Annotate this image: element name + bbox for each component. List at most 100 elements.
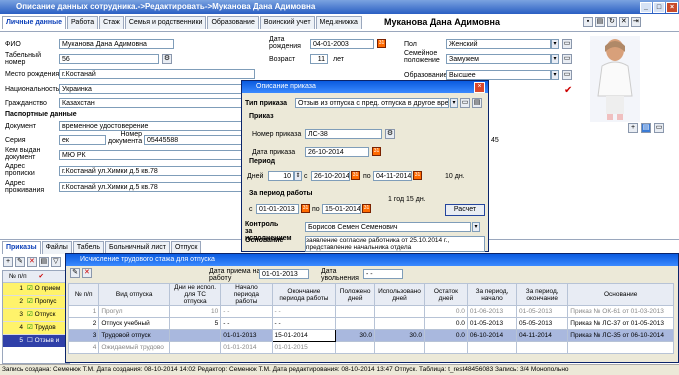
- docnum-field[interactable]: 05445588: [144, 135, 245, 145]
- control-field[interactable]: Борисов Семен Семенович: [305, 222, 471, 232]
- days-field[interactable]: 10: [268, 171, 294, 181]
- doc-field[interactable]: временное удостоверение: [59, 121, 245, 131]
- period-from-calendar-icon[interactable]: 31: [351, 171, 360, 180]
- basis-field[interactable]: заявление согласие работника от 25.10.20…: [305, 236, 485, 252]
- family-edit-icon[interactable]: ▭: [562, 54, 572, 64]
- list-item[interactable]: 2 ☑ Пропус: [3, 296, 69, 309]
- reg-address-field[interactable]: г.Костанай ул.Химки д.5 кв.78: [59, 166, 245, 176]
- main-tabs: Личные данные Работа Стаж Семья и родственн…: [2, 16, 363, 30]
- birthplace-field[interactable]: г.Костанай: [59, 69, 255, 79]
- period-from-field[interactable]: 26-10-2014: [311, 171, 350, 181]
- control-dropdown-icon[interactable]: ▾: [472, 222, 480, 232]
- print-icon[interactable]: ▤: [594, 17, 605, 27]
- fio-field[interactable]: Муканова Дана Адимовна: [59, 39, 174, 49]
- family-field[interactable]: Замужем: [446, 54, 551, 64]
- wp-to-calendar-icon[interactable]: 31: [362, 204, 371, 213]
- orderdate-calendar-icon[interactable]: 31: [372, 147, 381, 156]
- table-row[interactable]: 1 Прогул 10- -- -0.0 01-06-2013 01-05-2013 Пр…: [67, 305, 674, 318]
- list-item[interactable]: 4 ☑ Трудов: [3, 322, 69, 335]
- education-edit-icon[interactable]: ▭: [562, 70, 572, 80]
- minimize-button[interactable]: _: [640, 2, 652, 13]
- tabnum-lookup-icon[interactable]: ⚙: [162, 54, 172, 64]
- filter-icon[interactable]: ▽: [50, 257, 61, 267]
- order-type-list-icon[interactable]: ▤: [472, 98, 482, 108]
- education-field[interactable]: Высшее: [446, 70, 551, 80]
- gender-field[interactable]: Женский: [446, 39, 551, 49]
- order-dialog-title: Описание приказа: [256, 83, 316, 90]
- days-stepper-icon[interactable]: ⇕: [294, 171, 302, 181]
- tab-work[interactable]: Работа: [67, 16, 99, 29]
- gender-dropdown-icon[interactable]: ▾: [551, 39, 559, 49]
- tab-education[interactable]: Образование: [207, 16, 259, 29]
- tab-stazh[interactable]: Стаж: [99, 16, 124, 29]
- save-icon[interactable]: ▪: [583, 17, 593, 27]
- table-row[interactable]: 3 Трудовой отпуск 01-01-2013 15-01-2014 30.0…: [67, 329, 674, 342]
- live-address-field[interactable]: г.Костанай ул.Химки д.5 кв.78: [59, 182, 245, 192]
- order-dialog-close-button[interactable]: ×: [474, 82, 485, 93]
- stazh-dialog-title-bar: Исчисление трудового стажа для отпуска: [66, 254, 678, 266]
- period-to-field[interactable]: 04-11-2014: [373, 171, 412, 181]
- hire-date-field: 01-01-2013: [259, 269, 309, 279]
- wp-length: 1 год 15 дн.: [388, 196, 426, 203]
- wp-from-field[interactable]: 01-01-2013: [256, 204, 299, 214]
- close-button[interactable]: ×: [666, 2, 678, 13]
- list-item[interactable]: 3 ☑ Отпуск: [3, 309, 69, 322]
- period-end-edit-cell[interactable]: 15-01-2014: [271, 329, 337, 342]
- table-row[interactable]: 2 Отпуск учебный 5- -- -0.0 01-05-2013 05-05…: [67, 317, 674, 330]
- order-type-edit-icon[interactable]: ▭: [460, 98, 470, 108]
- list-item[interactable]: 1 ☑ О прием: [3, 283, 69, 296]
- birthdate-field[interactable]: 04-01-2003: [310, 39, 374, 49]
- tab-orders[interactable]: Приказы: [2, 241, 41, 254]
- days-label: Дней: [247, 173, 264, 180]
- ordernum-lookup-icon[interactable]: ⚙: [385, 129, 395, 139]
- issuer-field[interactable]: МЮ РК: [59, 150, 245, 160]
- photo-add-icon[interactable]: +: [628, 123, 638, 133]
- col-header: Положено дней: [335, 283, 375, 306]
- photo-load-icon[interactable]: ▤: [641, 123, 651, 133]
- orderdate-field[interactable]: 26-10-2014: [305, 147, 369, 157]
- col-header: Окончание периода работы: [271, 283, 337, 306]
- education-dropdown-icon[interactable]: ▾: [551, 70, 559, 80]
- top-toolbar: ▪ ▤ ↻ ✕ ⇥: [583, 17, 641, 27]
- tab-medbook[interactable]: Мед.книжка: [315, 16, 362, 29]
- family-dropdown-icon[interactable]: ▾: [551, 54, 559, 64]
- gender-edit-icon[interactable]: ▭: [562, 39, 572, 49]
- list-item[interactable]: 5 ☐ Отзыв и: [3, 335, 69, 347]
- wp-to-field[interactable]: 15-01-2014: [322, 204, 361, 214]
- order-type-field[interactable]: Отзыв из отпуска с пред. отпуска в друго…: [295, 98, 449, 108]
- add-row-icon[interactable]: +: [3, 257, 13, 267]
- ordernum-field[interactable]: ЛС-38: [305, 129, 382, 139]
- refresh-icon[interactable]: ↻: [606, 17, 617, 27]
- order-dialog: Описание приказа × Тип приказа Отзыв из …: [241, 80, 489, 252]
- edit-row-icon[interactable]: ✎: [14, 257, 25, 267]
- tab-personal[interactable]: Личные данные: [2, 16, 66, 29]
- citizenship-label: Гражданство: [5, 100, 47, 107]
- wp-from-calendar-icon[interactable]: 31: [301, 204, 310, 213]
- stazh-delete-icon[interactable]: ✕: [81, 268, 92, 278]
- birthdate-calendar-icon[interactable]: 31: [377, 39, 386, 48]
- hire-date-label: Дата приема на работу: [209, 268, 261, 282]
- calculate-button[interactable]: Расчет: [445, 204, 485, 216]
- photo-edit-icon[interactable]: ▭: [654, 123, 664, 133]
- education-label: Образование: [404, 72, 448, 79]
- tabnum-field[interactable]: 56: [59, 54, 159, 64]
- nationality-field[interactable]: Украинка: [59, 84, 245, 94]
- delete-row-icon[interactable]: ✕: [26, 257, 37, 267]
- period-to-calendar-icon[interactable]: 31: [413, 171, 422, 180]
- period-header: Период: [249, 158, 276, 165]
- tab-family[interactable]: Семья и родственники: [124, 16, 207, 29]
- table-row[interactable]: 4 Ожидаемый трудово 01-01-2014 01-01-2015: [67, 341, 674, 354]
- gender-label: Пол: [404, 41, 417, 48]
- col-header: Вид отпуска: [98, 283, 171, 306]
- maximize-button[interactable]: □: [653, 2, 665, 13]
- print-row-icon[interactable]: ▤: [38, 257, 49, 267]
- tab-military[interactable]: Воинский учет: [259, 16, 315, 29]
- stazh-edit-icon[interactable]: ✎: [70, 268, 80, 278]
- series-field[interactable]: ек: [59, 135, 106, 145]
- citizenship-field[interactable]: Казахстан: [59, 98, 245, 108]
- delete-icon[interactable]: ✕: [618, 17, 629, 27]
- exit-icon[interactable]: ⇥: [630, 17, 641, 27]
- employee-name-header: Муканова Дана Адимовна: [384, 17, 500, 27]
- orders-check-header-icon: ✔: [38, 273, 44, 280]
- order-type-dropdown-icon[interactable]: ▾: [450, 98, 458, 108]
